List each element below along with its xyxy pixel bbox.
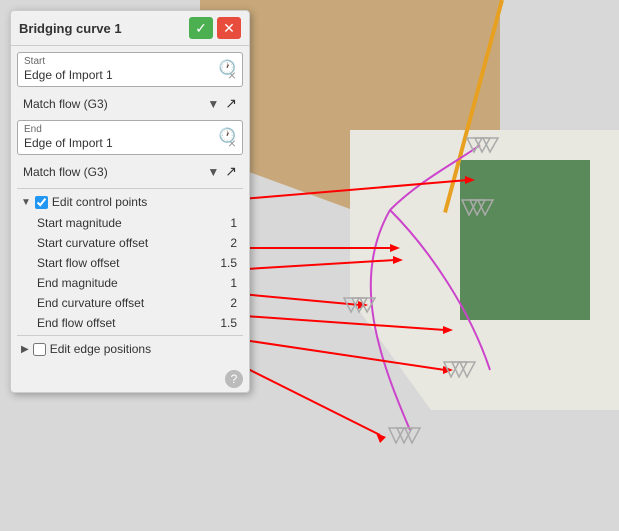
- snap-icon-1[interactable]: ↗: [225, 95, 237, 112]
- start-curvature-label: Start curvature offset: [37, 236, 148, 250]
- end-value-row: Edge of Import 1 ×: [24, 135, 236, 151]
- edit-control-points-section[interactable]: ▼ Edit control points: [17, 191, 243, 213]
- surface-green: [460, 160, 590, 320]
- divider-2: [17, 335, 243, 336]
- start-flow-row: Start flow offset 1.5: [17, 253, 243, 273]
- panel-footer: ?: [11, 366, 249, 392]
- end-flow-value: 1.5: [220, 316, 237, 330]
- end-flow-row: End flow offset 1.5: [17, 313, 243, 333]
- match-flow-row-2: Match flow (G3) ▼ ↗: [17, 159, 243, 184]
- confirm-button[interactable]: ✓: [189, 17, 213, 39]
- header-buttons: ✓ ✕: [189, 17, 241, 39]
- edit-control-points-label: Edit control points: [35, 195, 147, 209]
- end-clock-icon: 🕐: [219, 127, 236, 144]
- start-curvature-value: 2: [230, 236, 237, 250]
- start-magnitude-row: Start magnitude 1: [17, 213, 243, 233]
- edge-positions-arrow-icon: ▶: [21, 344, 29, 355]
- panel-title: Bridging curve 1: [19, 21, 122, 36]
- end-curvature-row: End curvature offset 2: [17, 293, 243, 313]
- start-clock-icon: 🕐: [219, 59, 236, 76]
- panel-header: Bridging curve 1 ✓ ✕: [11, 11, 249, 46]
- panel-body: Start Edge of Import 1 × 🕐 Match flow (G…: [11, 46, 249, 366]
- start-magnitude-value: 1: [230, 216, 237, 230]
- match-controls-2: ▼ ↗: [207, 163, 237, 180]
- help-button[interactable]: ?: [225, 370, 243, 388]
- match-flow-label-2: Match flow (G3): [23, 165, 108, 179]
- start-value-row: Edge of Import 1 ×: [24, 67, 236, 83]
- divider-1: [17, 188, 243, 189]
- panel: Bridging curve 1 ✓ ✕ Start Edge of Impor…: [10, 10, 250, 393]
- edit-edge-positions-section[interactable]: ▶ Edit edge positions: [17, 338, 243, 360]
- edit-control-points-checkbox[interactable]: [35, 196, 48, 209]
- start-flow-value: 1.5: [220, 256, 237, 270]
- end-label: End: [24, 124, 236, 135]
- edit-edge-positions-checkbox[interactable]: [33, 343, 46, 356]
- end-magnitude-row: End magnitude 1: [17, 273, 243, 293]
- match-controls-1: ▼ ↗: [207, 95, 237, 112]
- start-label: Start: [24, 56, 236, 67]
- end-curvature-label: End curvature offset: [37, 296, 144, 310]
- end-value: Edge of Import 1: [24, 136, 113, 150]
- match-dropdown-2[interactable]: ▼: [207, 165, 219, 179]
- start-curvature-row: Start curvature offset 2: [17, 233, 243, 253]
- end-curvature-value: 2: [230, 296, 237, 310]
- end-magnitude-value: 1: [230, 276, 237, 290]
- cancel-button[interactable]: ✕: [217, 17, 241, 39]
- end-flow-label: End flow offset: [37, 316, 116, 330]
- end-magnitude-label: End magnitude: [37, 276, 118, 290]
- start-input-group[interactable]: Start Edge of Import 1 × 🕐: [17, 52, 243, 87]
- match-dropdown-1[interactable]: ▼: [207, 97, 219, 111]
- end-input-group[interactable]: End Edge of Import 1 × 🕐: [17, 120, 243, 155]
- start-magnitude-label: Start magnitude: [37, 216, 122, 230]
- match-flow-row-1: Match flow (G3) ▼ ↗: [17, 91, 243, 116]
- edit-edge-positions-label: Edit edge positions: [33, 342, 151, 356]
- start-value: Edge of Import 1: [24, 68, 113, 82]
- snap-icon-2[interactable]: ↗: [225, 163, 237, 180]
- start-flow-label: Start flow offset: [37, 256, 119, 270]
- match-flow-label-1: Match flow (G3): [23, 97, 108, 111]
- control-points-arrow-icon: ▼: [21, 197, 31, 208]
